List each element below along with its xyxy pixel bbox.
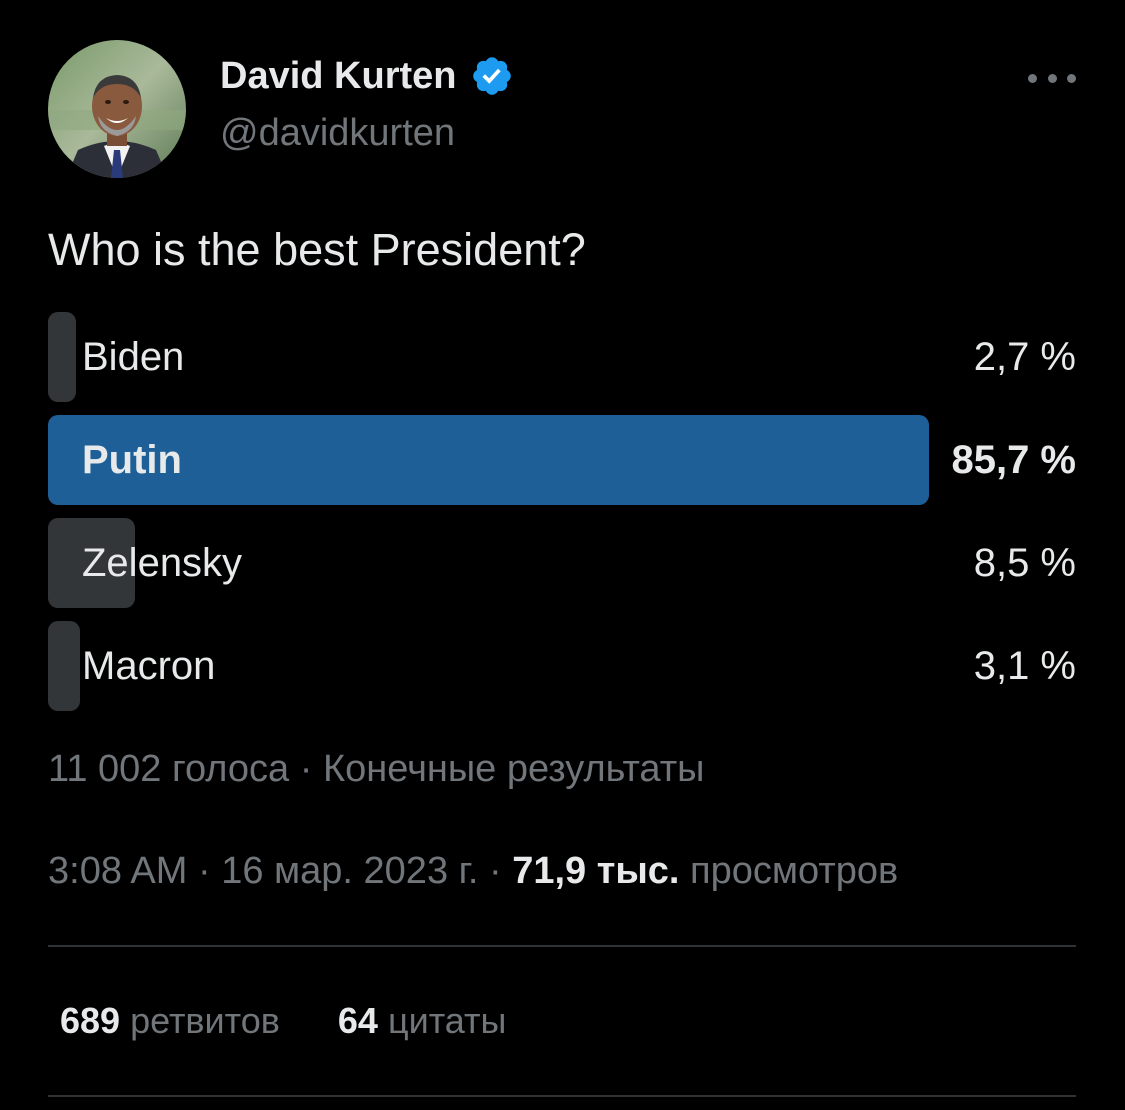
poll-meta-separator: · bbox=[299, 748, 313, 790]
poll-option-label: Biden bbox=[82, 334, 185, 379]
poll-option-label: Putin bbox=[82, 437, 182, 482]
tweet-time[interactable]: 3:08 AM bbox=[48, 850, 187, 892]
poll-status: Конечные результаты bbox=[322, 748, 705, 790]
retweets-stat[interactable]: 689 ретвитов bbox=[60, 1000, 280, 1042]
more-dot bbox=[1047, 73, 1057, 83]
divider bbox=[48, 945, 1076, 947]
tweet-date[interactable]: 16 мар. 2023 г. bbox=[221, 850, 478, 892]
poll: Biden 2,7 % Putin 85,7 % Zelensky 8,5 % … bbox=[48, 312, 1076, 724]
views-label: просмотров bbox=[690, 850, 899, 892]
handle[interactable]: @davidkurten bbox=[220, 112, 455, 155]
poll-option-percent: 2,7 % bbox=[973, 334, 1076, 379]
poll-option: Macron 3,1 % bbox=[48, 621, 1076, 711]
poll-option: Zelensky 8,5 % bbox=[48, 518, 1076, 608]
poll-bar bbox=[48, 312, 76, 402]
views-count: 71,9 тыс. bbox=[512, 850, 680, 892]
engagement-stats: 689 ретвитов 64 цитаты bbox=[60, 1000, 506, 1042]
poll-option: Putin 85,7 % bbox=[48, 415, 1076, 505]
poll-option-percent: 8,5 % bbox=[973, 540, 1076, 585]
avatar[interactable] bbox=[48, 40, 186, 178]
poll-option-label: Zelensky bbox=[82, 540, 243, 585]
tweet: David Kurten @davidkurten Who is the bes… bbox=[0, 0, 1125, 1110]
retweets-label: ретвитов bbox=[130, 1000, 280, 1041]
timestamp-separator: · bbox=[197, 850, 211, 892]
divider bbox=[48, 1095, 1076, 1097]
poll-option-percent: 3,1 % bbox=[973, 643, 1076, 688]
avatar-image bbox=[48, 40, 186, 178]
tweet-timestamp: 3:08 AM · 16 мар. 2023 г. · 71,9 тыс. пр… bbox=[48, 850, 898, 893]
poll-meta: 11 002 голоса · Конечные результаты bbox=[48, 748, 704, 791]
poll-votes: 11 002 голоса bbox=[48, 748, 290, 790]
more-dot bbox=[1028, 73, 1037, 83]
poll-option-label: Macron bbox=[82, 643, 216, 688]
quotes-stat[interactable]: 64 цитаты bbox=[338, 1000, 506, 1042]
poll-option: Biden 2,7 % bbox=[48, 312, 1076, 402]
retweets-count: 689 bbox=[60, 1000, 121, 1041]
display-name-text: David Kurten bbox=[220, 54, 457, 97]
quotes-count: 64 bbox=[337, 1000, 378, 1041]
more-options-icon[interactable] bbox=[1028, 62, 1076, 94]
display-name[interactable]: David Kurten bbox=[220, 54, 514, 98]
quotes-label: цитаты bbox=[387, 1000, 507, 1041]
poll-option-percent: 85,7 % bbox=[951, 437, 1076, 482]
tweet-text: Who is the best President? bbox=[48, 224, 586, 275]
poll-bar bbox=[48, 621, 80, 711]
more-dot bbox=[1067, 73, 1076, 83]
timestamp-separator: · bbox=[488, 850, 502, 892]
verified-badge-icon bbox=[473, 57, 512, 95]
